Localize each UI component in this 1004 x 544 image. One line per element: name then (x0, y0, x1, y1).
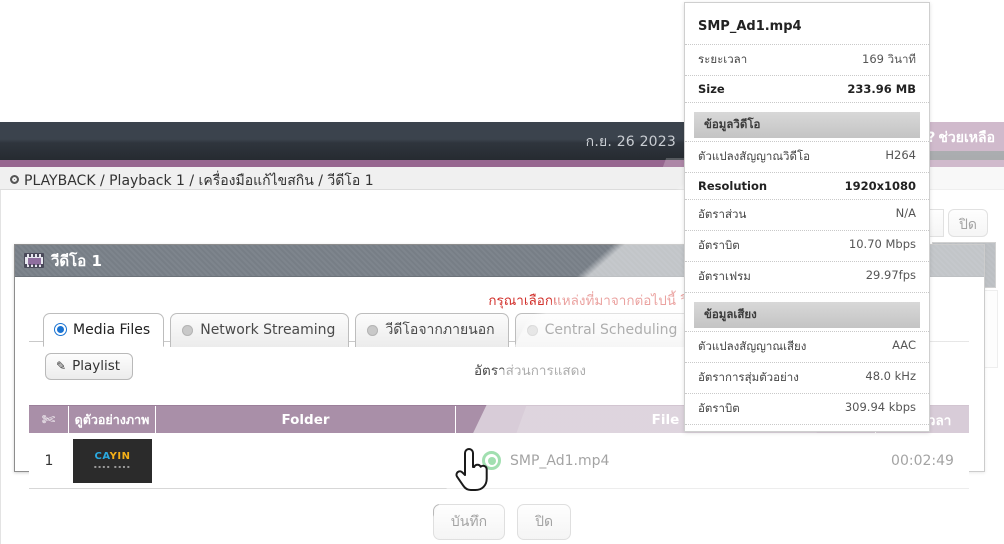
tooltip-key: Resolution (698, 179, 768, 193)
scissors-icon: ✄ (41, 410, 56, 429)
tooltip-key: อัตราบิต (698, 238, 740, 252)
save-button[interactable]: บันทึก (432, 504, 506, 540)
media-info-tooltip: SMP_Ad1.mp4 ระยะเวลา 169 วินาที Size 233… (684, 2, 930, 432)
row-file-cell[interactable]: SMP_Ad1.mp4 (456, 433, 876, 488)
radio-icon (182, 324, 194, 336)
tooltip-key: อัตราส่วน (698, 207, 747, 221)
tab-label: วีดีโอจากภายนอก (385, 322, 495, 338)
mouse-cursor-pointing-hand (452, 447, 492, 499)
tab-media-files[interactable]: Media Files (43, 313, 165, 347)
tooltip-row-video-codec: ตัวแปลงสัญญาณวิดีโอ H264 (685, 141, 929, 172)
tab-label: Central Scheduling (544, 322, 678, 338)
screen-root: ก.ย. 26 2023 ? ช่วยเหลือ PLAYBACK / Playb… (0, 0, 1004, 544)
logo-part-b: YIN (109, 451, 131, 462)
column-header-remove[interactable]: ✄ (29, 406, 69, 433)
tooltip-value: 169 วินาที (862, 52, 916, 66)
tooltip-value: 309.94 kbps (844, 400, 916, 414)
radio-icon (526, 324, 538, 336)
help-button-label: ช่วยเหลือ (938, 130, 995, 146)
row-folder (156, 433, 456, 488)
tooltip-row-size: Size 233.96 MB (685, 75, 929, 103)
logo-subtext: ▪▪▪▪ ▪▪▪▪ (93, 464, 132, 469)
playlist-button-label: Playlist (72, 358, 121, 374)
tooltip-value: 48.0 kHz (865, 369, 916, 383)
tooltip-value: 1920x1080 (844, 179, 916, 193)
video-thumbnail: CAYIN ▪▪▪▪ ▪▪▪▪ (73, 438, 152, 483)
tooltip-value: 233.96 MB (847, 82, 916, 96)
tooltip-value: 10.70 Mbps (848, 237, 916, 251)
column-header-preview: ดูตัวอย่างภาพ (69, 406, 156, 433)
tab-external-video[interactable]: วีดีโอจากภายนอก (355, 313, 509, 347)
help-button[interactable]: ? ช่วยเหลือ (919, 122, 1004, 151)
row-file-name: SMP_Ad1.mp4 (510, 452, 610, 469)
tooltip-section-video: ข้อมูลวิดีโอ (694, 112, 920, 138)
tooltip-value: N/A (895, 206, 916, 220)
column-header-folder: Folder (156, 406, 456, 433)
playlist-button[interactable]: ✎ Playlist (45, 353, 134, 380)
tab-central-scheduling[interactable]: Central Scheduling (514, 313, 692, 347)
tooltip-key: ตัวแปลงสัญญาณวิดีโอ (698, 149, 811, 163)
logo-part-a: CA (94, 451, 110, 462)
row-index: 1 (44, 452, 54, 469)
display-ratio-label: อัตราส่วนการแสดง (473, 363, 586, 379)
tooltip-row-resolution: Resolution 1920x1080 (685, 172, 929, 199)
tooltip-key: Size (698, 82, 725, 96)
error-message: กรุณาเลือกแหล่งที่มาจากต่อไปนี้ วีดีโอ (488, 293, 712, 309)
dialog-action-buttons: บันทึก ปิด (0, 504, 1004, 540)
tooltip-key: ระยะเวลา (698, 52, 748, 66)
film-icon (24, 253, 44, 268)
tooltip-key: ตัวแปลงสัญญาณเสียง (698, 339, 807, 353)
row-thumbnail-cell[interactable]: CAYIN ▪▪▪▪ ▪▪▪▪ (69, 433, 156, 488)
tooltip-row-duration: ระยะเวลา 169 วินาที (685, 44, 929, 75)
tooltip-section-audio: ข้อมูลเสียง (694, 302, 920, 328)
tooltip-row-video-bitrate: อัตราบิต 10.70 Mbps (685, 230, 929, 261)
tooltip-row-aspect-ratio: อัตราส่วน N/A (685, 199, 929, 230)
tooltip-row-audio-codec: ตัวแปลงสัญญาณเสียง AAC (685, 331, 929, 362)
tab-network-streaming[interactable]: Network Streaming (170, 313, 350, 347)
cayin-logo: CAYIN (95, 452, 131, 462)
source-tabs: Media Files Network Streaming วีดีโอจากภ… (43, 313, 692, 347)
radio-icon (55, 324, 66, 335)
pencil-icon: ✎ (56, 359, 67, 373)
radio-icon (367, 324, 379, 336)
tab-label: Media Files (73, 321, 151, 338)
tab-label: Network Streaming (200, 322, 336, 338)
current-date: ก.ย. 26 2023 (585, 134, 676, 150)
dialog-title: วีดีโอ 1 (51, 251, 102, 270)
tooltip-row-audio-bitrate: อัตราบิต 309.94 kbps (685, 393, 929, 425)
tooltip-filename: SMP_Ad1.mp4 (698, 19, 802, 34)
row-duration: 00:02:49 (891, 452, 954, 469)
tooltip-value: H264 (885, 148, 916, 162)
panel-close-button[interactable]: ปิด (948, 209, 988, 237)
tooltip-row-framerate: อัตราเฟรม 29.97fps (685, 261, 929, 293)
tooltip-row-sample-rate: อัตราการสุ่มตัวอย่าง 48.0 kHz (685, 362, 929, 393)
breadcrumb[interactable]: PLAYBACK / Playback 1 / เครื่องมือแก้ไขส… (10, 170, 374, 192)
tooltip-value: AAC (892, 338, 916, 352)
breadcrumb-text: PLAYBACK / Playback 1 / เครื่องมือแก้ไขส… (24, 173, 374, 189)
close-button[interactable]: ปิด (517, 504, 572, 540)
tooltip-key: อัตราบิต (698, 401, 740, 415)
tooltip-value: 29.97fps (865, 268, 916, 282)
location-dot-icon (10, 175, 19, 184)
tooltip-key: อัตราการสุ่มตัวอย่าง (698, 370, 799, 384)
tooltip-key: อัตราเฟรม (698, 269, 751, 283)
table-row[interactable]: 1 CAYIN ▪▪▪▪ ▪▪▪▪ SMP_Ad1.mp4 00:02:49 (29, 433, 969, 489)
